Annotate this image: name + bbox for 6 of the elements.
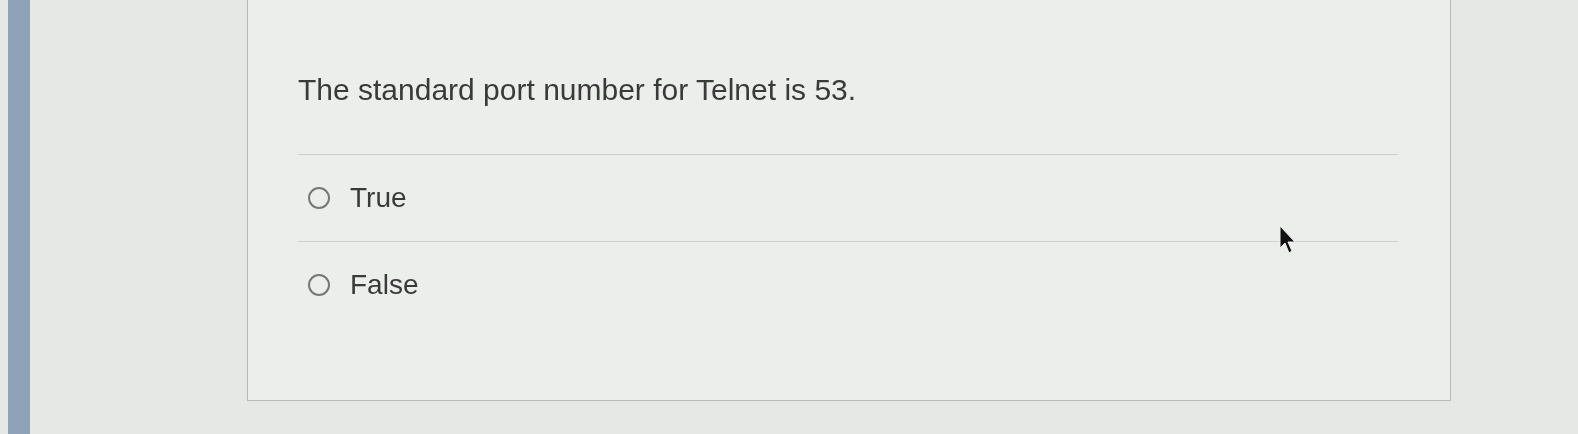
question-text: The standard port number for Telnet is 53. <box>298 72 858 108</box>
radio-button[interactable] <box>308 187 330 209</box>
option-label[interactable]: True <box>350 177 407 219</box>
mouse-cursor-icon <box>1278 224 1298 256</box>
option-label[interactable]: False <box>350 264 419 306</box>
radio-button[interactable] <box>308 274 330 296</box>
